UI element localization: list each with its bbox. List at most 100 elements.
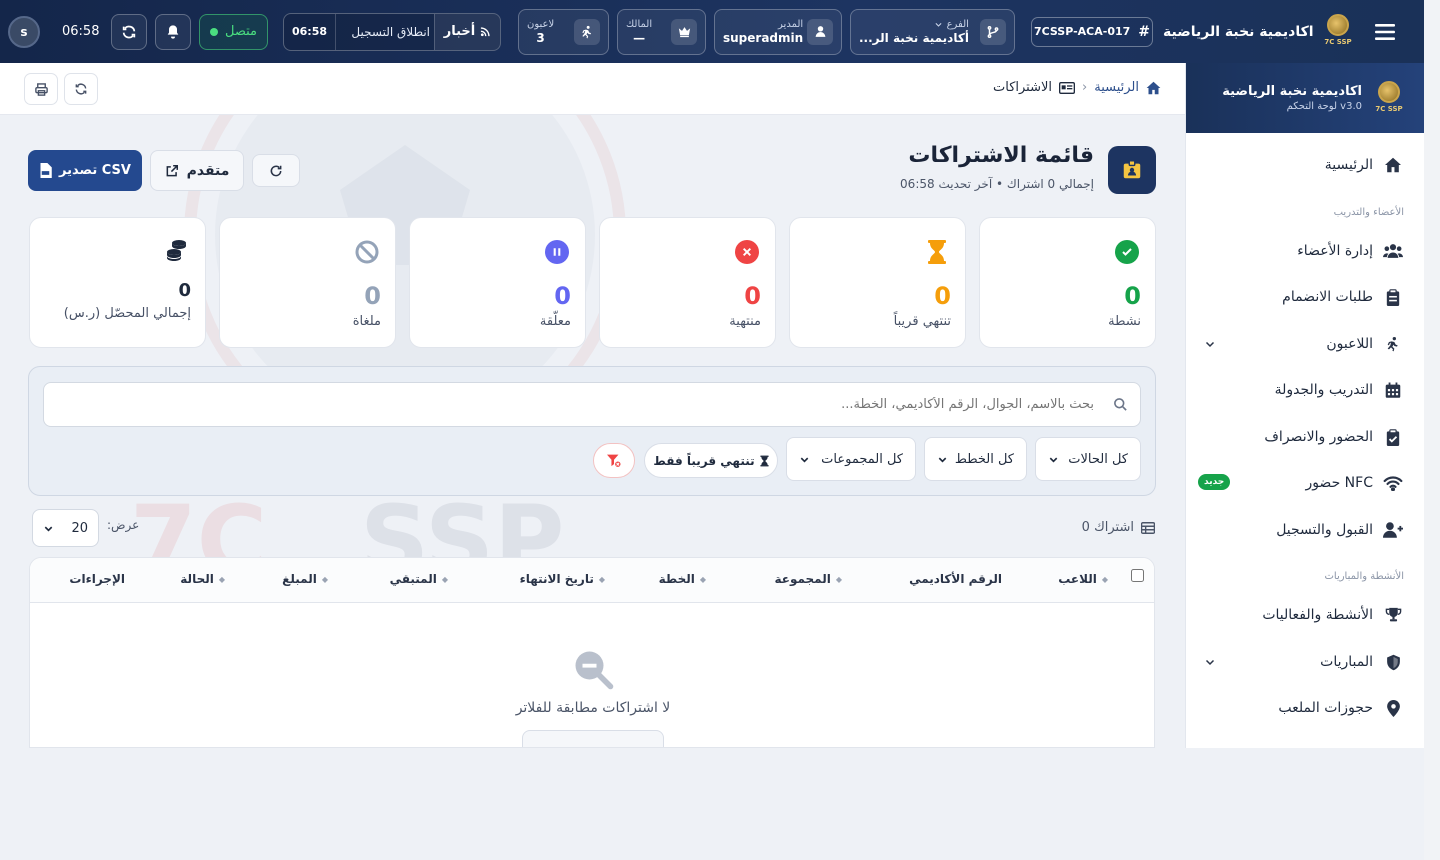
stat-card-expiring[interactable]: 0 تنتهي قريباً xyxy=(789,217,966,348)
sort-icon: ◆ xyxy=(598,574,605,584)
select-all-checkbox[interactable] xyxy=(1131,569,1144,582)
page-size-select[interactable]: 20 xyxy=(32,509,99,547)
sidebar-item-home[interactable]: الرئيسية xyxy=(1186,145,1424,185)
chevron-down-icon xyxy=(1205,659,1215,666)
stat-label: تنتهي قريباً xyxy=(893,314,951,329)
redo-icon xyxy=(270,165,282,176)
search-box[interactable] xyxy=(43,382,1141,427)
clipboard-check-icon xyxy=(1386,428,1400,446)
stat-card-paused[interactable]: 0 معلّقة xyxy=(409,217,586,348)
ticker-text: انطلاق التسجيل xyxy=(351,24,430,39)
runner-icon xyxy=(582,25,592,38)
sort-icon: ◆ xyxy=(321,574,328,584)
breadcrumb-home[interactable]: الرئيسية xyxy=(1094,80,1139,95)
sort-icon: ◆ xyxy=(218,574,225,584)
sidebar-item-join-requests[interactable]: طلبات الانضمام xyxy=(1186,277,1424,317)
status-filter-select[interactable]: كل الحالات xyxy=(1035,437,1141,481)
branch-selector[interactable]: الفرع أكاديمية نخبة الر... xyxy=(850,8,1015,55)
check-icon xyxy=(1122,248,1132,256)
players-chip[interactable]: لاعبون 3 xyxy=(518,8,609,55)
external-link-icon xyxy=(166,164,178,176)
plan-filter-select[interactable]: كل الخطط xyxy=(924,437,1027,481)
advanced-button[interactable]: متقدم xyxy=(150,150,244,191)
sidebar-header: اكاديمية نخبة الرياضية لوحة التحكم v3.0 … xyxy=(1186,63,1424,133)
sidebar-item-admission[interactable]: القبول والتسجيل xyxy=(1186,510,1424,550)
table-header: اللاعب ◆ الرقم الأكاديمي المجموعة ◆ الخطة ◆… xyxy=(30,558,1154,603)
sidebar-item-attendance[interactable]: الحضور والانصراف xyxy=(1186,417,1424,457)
owner-chip[interactable]: المالك — xyxy=(617,8,706,55)
news-ticker[interactable]: 06:58 انطلاق التسجيل أخبار xyxy=(283,12,501,51)
page-header-icon xyxy=(1108,146,1156,194)
chevron-down-icon xyxy=(938,457,947,462)
search-input[interactable] xyxy=(54,383,1094,426)
users-icon xyxy=(1383,244,1403,258)
manager-chip[interactable]: المدير superadmin xyxy=(714,8,842,55)
stat-value: 0 xyxy=(178,280,191,301)
shield-icon xyxy=(1386,654,1400,670)
wifi-icon xyxy=(1383,475,1403,491)
sidebar-item-players[interactable]: اللاعبون xyxy=(1186,324,1424,364)
top-bar: s 06:58 متصل 06:58 انطلاق التسجيل أخبار xyxy=(0,0,1424,63)
chevron-down-icon xyxy=(1205,341,1215,348)
stat-card-total-collected[interactable]: 0 إجمالي المحصّل (ر.س) xyxy=(29,217,206,348)
academy-code[interactable]: 7CSSP-ACA-017 # xyxy=(1031,16,1153,47)
page-title: قائمة الاشتراكات xyxy=(908,143,1094,168)
chevron-down-icon xyxy=(1049,457,1058,462)
column-header-status[interactable]: الحالة ◆ xyxy=(180,572,225,586)
column-header-group[interactable]: المجموعة ◆ xyxy=(774,572,842,586)
column-header-player[interactable]: اللاعب ◆ xyxy=(1058,572,1108,586)
user-avatar[interactable]: s xyxy=(8,15,40,48)
stat-card-cancelled[interactable]: 0 ملغاة xyxy=(219,217,396,348)
hourglass-icon xyxy=(760,455,769,466)
page-scrollbar[interactable] xyxy=(1424,0,1440,860)
menu-toggle-button[interactable] xyxy=(1373,20,1397,44)
sidebar-item-activities[interactable]: الأنشطة والفعاليات xyxy=(1186,595,1424,635)
subscriptions-table: اللاعب ◆ الرقم الأكاديمي المجموعة ◆ الخطة ◆… xyxy=(29,557,1155,748)
stat-card-expired[interactable]: 0 منتهية xyxy=(599,217,776,348)
empty-message: لا اشتراكات مطابقة للفلاتر xyxy=(515,700,671,716)
stat-value: 0 xyxy=(934,282,951,310)
printer-icon xyxy=(34,82,48,96)
id-badge-icon xyxy=(1123,160,1141,179)
sort-icon: ◆ xyxy=(441,574,448,584)
sidebar-item-training[interactable]: التدريب والجدولة xyxy=(1186,370,1424,410)
pause-icon xyxy=(553,248,561,256)
rss-icon xyxy=(481,27,490,37)
id-card-icon xyxy=(1059,81,1076,94)
breadcrumb: الاشتراكات › الرئيسية xyxy=(993,80,1161,95)
breadcrumb-current: الاشتراكات xyxy=(993,80,1053,95)
stat-value: 0 xyxy=(364,282,381,310)
sidebar-item-field-bookings[interactable]: حجوزات الملعب xyxy=(1186,688,1424,728)
close-icon xyxy=(743,248,751,256)
csv-file-icon xyxy=(40,163,52,178)
refresh-page-button[interactable] xyxy=(64,73,98,105)
chevron-down-icon xyxy=(44,526,53,531)
clear-filters-button[interactable] xyxy=(593,443,635,478)
group-filter-select[interactable]: كل المجموعات xyxy=(786,437,916,481)
column-header-remaining[interactable]: المتبقي ◆ xyxy=(390,572,448,586)
column-header-expiry-date[interactable]: تاريخ الانتهاء ◆ xyxy=(520,572,605,586)
chevron-down-icon xyxy=(800,457,809,462)
sidebar-item-nfc-attendance[interactable]: جديد حضور NFC xyxy=(1186,463,1424,503)
column-header-plan[interactable]: الخطة ◆ xyxy=(659,572,706,586)
print-button[interactable] xyxy=(24,73,58,105)
sidebar-item-members[interactable]: إدارة الأعضاء xyxy=(1186,231,1424,271)
stat-label: إجمالي المحصّل (ر.س) xyxy=(63,306,191,321)
notifications-button[interactable] xyxy=(155,13,191,50)
stat-value: 0 xyxy=(1124,282,1141,310)
sort-icon: ◆ xyxy=(1101,574,1108,584)
expiring-only-toggle[interactable]: تنتهي قريباً فقط xyxy=(644,443,778,478)
status-dot xyxy=(210,27,218,36)
reload-button[interactable] xyxy=(252,154,300,187)
column-header-amount[interactable]: المبلغ ◆ xyxy=(282,572,328,586)
stat-card-active[interactable]: 0 نشطة xyxy=(979,217,1156,348)
sidebar-subtitle: لوحة التحكم v3.0 xyxy=(1286,101,1362,112)
stat-value: 0 xyxy=(554,282,571,310)
export-csv-button[interactable]: تصدير CSV xyxy=(28,150,142,191)
home-icon xyxy=(1146,81,1161,94)
sidebar-item-matches[interactable]: المباريات xyxy=(1186,642,1424,682)
sync-button[interactable] xyxy=(111,13,147,50)
trophy-icon xyxy=(1385,607,1401,622)
crown-icon xyxy=(678,27,690,38)
reset-filters-button[interactable] xyxy=(522,730,664,747)
